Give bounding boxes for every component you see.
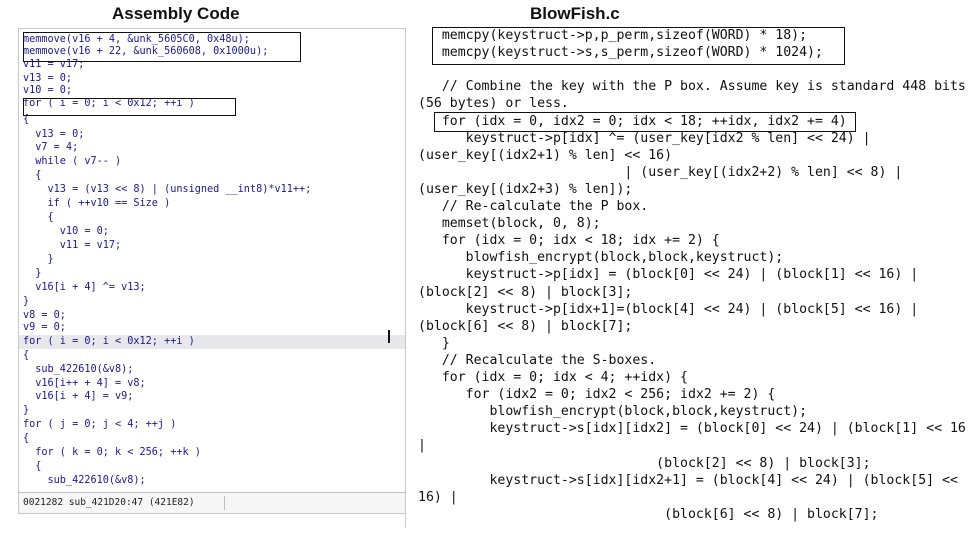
assembly-line[interactable]: v10 = 0; xyxy=(23,84,72,98)
assembly-title: Assembly Code xyxy=(112,4,240,23)
c-source-pane[interactable]: memcpy(keystruct->p,p_perm,sizeof(WORD) … xyxy=(405,27,975,528)
assembly-line[interactable]: } xyxy=(23,253,54,267)
text-cursor xyxy=(388,330,390,343)
assembly-line[interactable]: sub_422610(&v8); xyxy=(23,363,133,377)
assembly-line[interactable]: sub_422610(&v8); xyxy=(23,474,146,488)
for-loop-highlight-box xyxy=(23,98,236,116)
c-source-line[interactable]: keystruct->s[idx][idx2] = (block[0] << 2… xyxy=(418,419,965,439)
c-source-line[interactable]: (block[6] << 8) | block[7]; xyxy=(418,505,878,525)
assembly-line[interactable]: } xyxy=(23,404,29,418)
c-source-line[interactable]: keystruct->s[idx][idx2+1] = (block[4] <<… xyxy=(418,471,957,491)
memcpy-highlight-box xyxy=(432,27,845,65)
assembly-line[interactable]: } xyxy=(23,295,29,309)
assembly-line[interactable]: while ( v7-- ) xyxy=(23,155,121,169)
assembly-line[interactable]: v10 = 0; xyxy=(23,225,109,239)
assembly-line[interactable]: if ( ++v10 == Size ) xyxy=(23,197,171,211)
status-separator xyxy=(224,496,225,510)
assembly-line[interactable]: v16[i + 4] ^= v13; xyxy=(23,281,145,295)
assembly-line[interactable]: { xyxy=(23,211,54,225)
assembly-line[interactable]: { xyxy=(23,349,29,363)
assembly-line[interactable]: v13 = 0; xyxy=(23,128,84,142)
assembly-line[interactable]: v7 = 4; xyxy=(23,141,78,155)
memmove-highlight-box xyxy=(23,32,301,62)
assembly-line[interactable]: v13 = (v13 << 8) | (unsigned __int8)*v11… xyxy=(23,183,312,197)
assembly-line[interactable]: for ( i = 0; i < 0x12; ++i ) xyxy=(19,335,405,349)
assembly-line[interactable]: v16[i++ + 4] = v8; xyxy=(23,377,145,391)
assembly-line[interactable]: } xyxy=(23,267,41,281)
assembly-line[interactable]: v9 = 0; xyxy=(23,321,66,335)
assembly-status-bar: 0021282 sub_421D20:47 (421E82) xyxy=(19,492,405,513)
assembly-line[interactable]: v11 = v17; xyxy=(23,239,121,253)
assembly-line[interactable]: { xyxy=(23,169,41,183)
key-loop-highlight-box xyxy=(434,112,856,132)
c-source-line[interactable]: (block[6] << 8) | block[7]; xyxy=(418,317,632,337)
assembly-line[interactable]: v16[i + 4] = v9; xyxy=(23,390,133,404)
assembly-line[interactable]: { xyxy=(23,432,29,446)
assembly-line[interactable]: for ( k = 0; k < 256; ++k ) xyxy=(23,446,201,460)
assembly-code-pane[interactable]: memmove(v16 + 4, &unk_5605C0, 0x48u); mem… xyxy=(18,28,406,514)
assembly-line[interactable]: { xyxy=(23,460,41,474)
address-readout: 0021282 sub_421D20:47 (421E82) xyxy=(23,497,195,508)
c-source-title: BlowFish.c xyxy=(530,4,620,23)
assembly-line[interactable]: for ( j = 0; j < 4; ++j ) xyxy=(23,418,176,432)
